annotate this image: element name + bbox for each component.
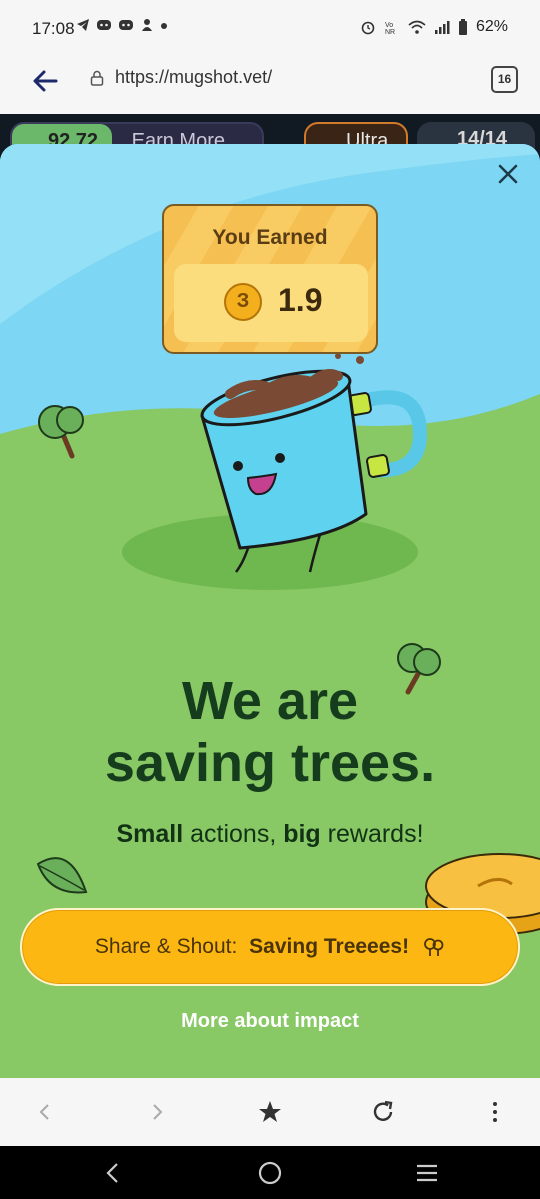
status-bar: 17:08 Vo NR 62% [0, 0, 540, 58]
address-bar[interactable]: https://mugshot.vet/ [115, 67, 272, 88]
earned-amount: 1.9 [278, 282, 323, 318]
subheadline-bold-1: Small [116, 820, 184, 848]
browser-bottom-nav [0, 1078, 540, 1146]
more-options-icon[interactable] [480, 1097, 510, 1127]
discord-icon [119, 20, 133, 30]
app-notification-icon [142, 19, 152, 31]
browser-toolbar: https://mugshot.vet/ 16 [0, 58, 540, 114]
system-home-icon[interactable] [257, 1160, 283, 1186]
subheadline-bold-2: big [283, 820, 321, 848]
close-icon[interactable] [494, 160, 522, 188]
nav-forward-icon[interactable] [142, 1097, 172, 1127]
svg-text:Vo: Vo [385, 22, 393, 29]
earned-title: You Earned [212, 226, 328, 249]
system-back-icon[interactable] [100, 1160, 126, 1186]
status-time: 17:08 [32, 19, 75, 38]
notification-icons [76, 18, 168, 32]
subheadline: Small actions, big rewards! [0, 820, 540, 849]
earned-modal: You Earned З 1.9 We are saving trees. Sm… [0, 144, 540, 1078]
trees-icon [424, 938, 444, 956]
share-and-shout-button[interactable]: Share & Shout: Saving Treeees! [20, 908, 520, 986]
lock-icon[interactable] [90, 70, 104, 86]
telegram-icon [77, 19, 89, 31]
dot-icon [161, 23, 167, 29]
more-about-impact-link[interactable]: More about impact [0, 1010, 540, 1033]
back-arrow-icon[interactable] [30, 66, 60, 96]
volte-icon: VoNR [385, 22, 395, 35]
system-status-icons: Vo NR 62% [360, 18, 508, 36]
headline-line-2: saving trees. [104, 733, 436, 793]
coin-icon: З [224, 283, 262, 321]
earned-reward-card: You Earned З 1.9 [162, 204, 378, 354]
nav-back-icon[interactable] [30, 1097, 60, 1127]
signal-icon [434, 21, 450, 34]
refresh-icon[interactable] [368, 1097, 398, 1127]
svg-text:NR: NR [385, 29, 395, 35]
subheadline-end: rewards! [320, 820, 424, 848]
coin-symbol: З [236, 290, 250, 312]
system-navigation-bar [0, 1146, 540, 1199]
share-button-bold: Saving Treeees! [249, 935, 410, 958]
headline-line-1: We are [181, 671, 359, 731]
subheadline-mid: actions, [183, 820, 284, 848]
headline: We are saving trees. [0, 670, 540, 794]
share-button-prefix: Share & Shout: [94, 935, 244, 958]
tab-switcher-button[interactable]: 16 [491, 66, 518, 93]
system-recents-icon[interactable] [414, 1160, 440, 1186]
battery-icon [458, 18, 467, 35]
discord-icon [97, 20, 111, 30]
battery-percent: 62% [475, 18, 508, 35]
alarm-icon [361, 21, 375, 35]
earned-amount-box: З 1.9 [174, 264, 368, 342]
wifi-icon [408, 20, 426, 34]
bookmark-star-icon[interactable] [255, 1097, 285, 1127]
